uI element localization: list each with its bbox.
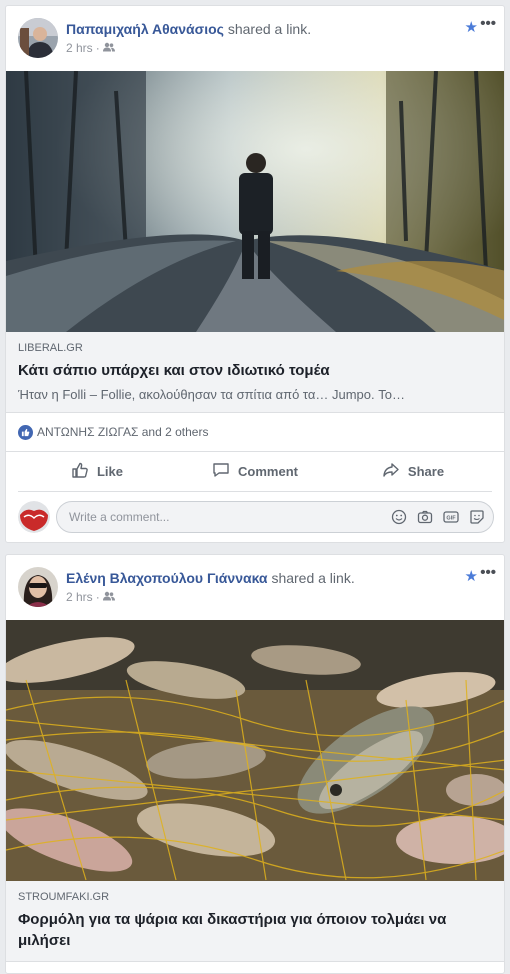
author-avatar[interactable] [18,18,58,58]
comment-placeholder: Write a comment... [69,510,170,524]
link-image[interactable] [6,71,504,332]
share-verb: shared a link. [227,21,312,37]
post-header: Ελένη Βλαχοπούλου Γιάννακα shared a link… [6,555,504,620]
svg-text:GIF: GIF [446,516,456,522]
gif-icon[interactable]: GIF [443,509,459,525]
link-image[interactable] [6,620,504,881]
more-options-icon[interactable]: ••• [480,15,496,32]
share-button[interactable]: Share [334,452,492,491]
like-reaction-icon [18,424,33,440]
share-label: Share [407,464,445,479]
action-bar: Like Comment Share [18,452,492,492]
author-avatar[interactable] [18,567,58,607]
star-icon[interactable]: ★ [465,18,478,36]
post-card: Παπαμιχαήλ Αθανάσιος shared a link. 2 hr… [5,5,505,543]
link-domain: STROUMFAKI.GR [18,891,110,903]
timestamp[interactable]: 2 hrs [66,41,93,55]
like-button[interactable]: Like [18,452,176,491]
link-preview[interactable]: LIBERAL.GR Κάτι σάπιο υπάρχει και στον ι… [6,332,504,413]
comment-label: Comment [238,464,298,479]
timestamp[interactable]: 2 hrs [66,590,93,604]
post-header: Παπαμιχαήλ Αθανάσιος shared a link. 2 hr… [6,6,504,71]
post-meta: 2 hrs · [66,590,115,604]
link-title[interactable]: Φορμόλη για τα ψάρια και δικαστήρια για … [18,909,492,951]
share-verb: shared a link. [271,570,355,586]
camera-icon[interactable] [417,509,433,525]
post-meta: 2 hrs · [66,41,115,55]
reactions-summary[interactable]: ΑΝΤΩΝΗΣ ΖΙΩΓΑΣ and 2 others [6,413,504,452]
author-name[interactable]: Παπαμιχαήλ Αθανάσιος [66,21,224,37]
comment-icon [212,461,230,482]
more-options-icon[interactable]: ••• [480,564,496,581]
reactions-text[interactable]: ΑΝΤΩΝΗΣ ΖΙΩΓΑΣ and 2 others [37,425,208,439]
link-preview[interactable]: STROUMFAKI.GR Φορμόλη για τα ψάρια και δ… [6,881,504,962]
thumbs-up-icon [71,461,89,482]
friends-icon[interactable] [102,590,115,604]
current-user-avatar[interactable] [18,501,50,533]
friends-icon[interactable] [102,41,115,55]
like-label: Like [96,464,123,479]
share-icon [382,461,400,482]
link-title[interactable]: Κάτι σάπιο υπάρχει και στον ιδιωτικό τομ… [18,360,492,381]
emoji-icon[interactable] [391,509,407,525]
comment-button[interactable]: Comment [176,452,334,491]
sticker-icon[interactable] [469,509,485,525]
post-author-line: Παπαμιχαήλ Αθανάσιος shared a link. [66,21,311,37]
post-author-line: Ελένη Βλαχοπούλου Γιάννακα shared a link… [66,570,355,586]
star-icon[interactable]: ★ [465,567,478,585]
link-domain: LIBERAL.GR [18,342,83,354]
author-name[interactable]: Ελένη Βλαχοπούλου Γιάννακα [66,570,268,586]
comment-input[interactable]: Write a comment... GIF [56,501,494,533]
post-card: Ελένη Βλαχοπούλου Γιάννακα shared a link… [5,554,505,974]
link-description: Ήταν η Folli – Follie, ακολούθησαν τα σπ… [18,387,405,402]
comment-composer: Write a comment... GIF [6,492,504,542]
